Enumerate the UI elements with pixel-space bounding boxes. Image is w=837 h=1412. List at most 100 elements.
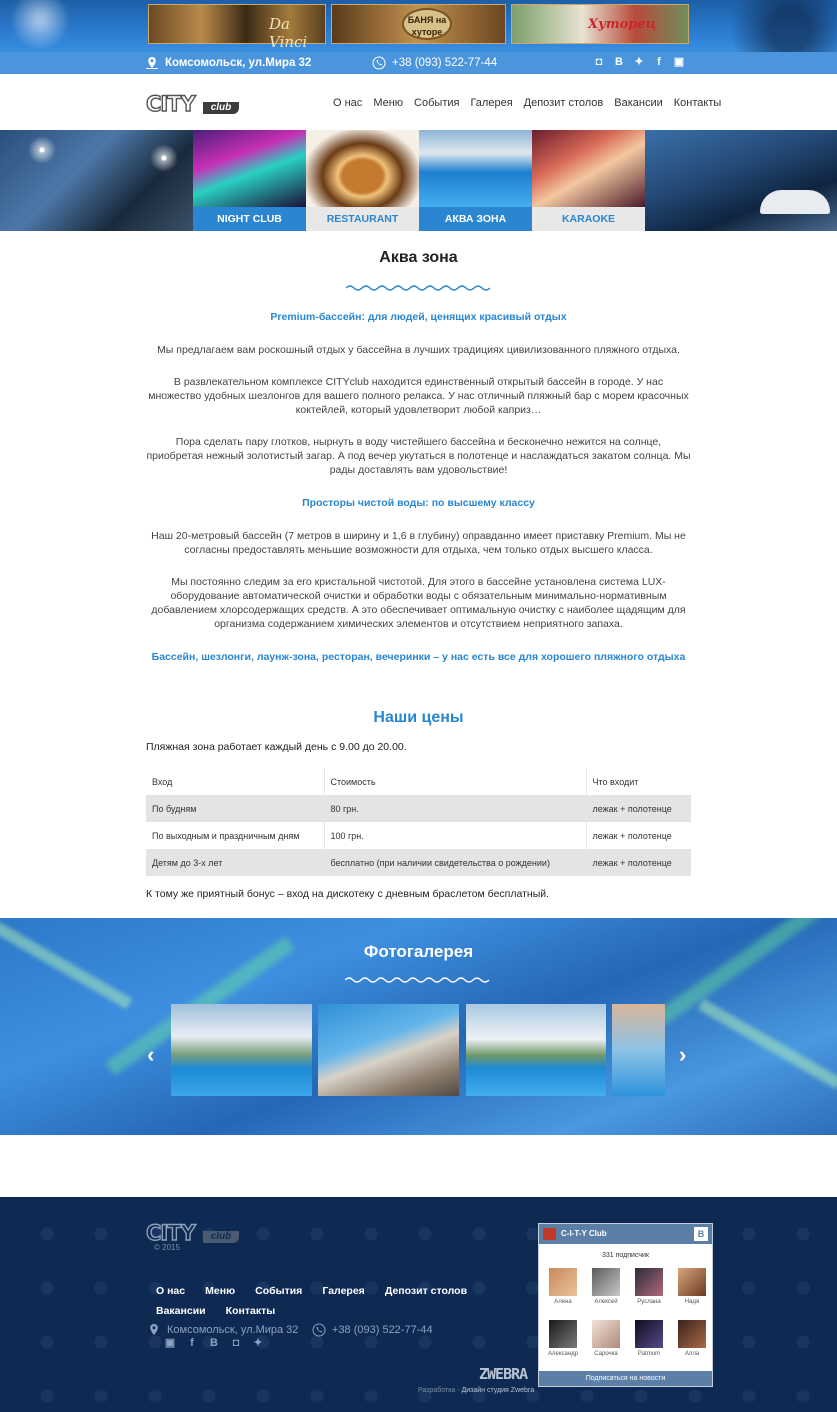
table-cell: бесплатно (при наличии свидетельства о р… <box>324 849 587 876</box>
nav-menu[interactable]: Меню <box>373 97 403 109</box>
table-row: По будням 80 грн. лежак + полотенце <box>146 795 691 822</box>
ad-banya-text: БАНЯ на хуторе <box>402 8 452 40</box>
vk-widget-header: C-I-T-Y Club В <box>539 1224 712 1244</box>
vk-member[interactable]: Александр <box>543 1320 583 1357</box>
nav-gallery[interactable]: Галерея <box>470 97 512 109</box>
gallery-prev-arrow-icon[interactable]: ‹ <box>147 1042 154 1068</box>
footer-nav-table-deposit[interactable]: Депозит столов <box>385 1285 467 1297</box>
footer-address: Комсомольск, ул.Мира 32 <box>147 1323 298 1337</box>
paragraph-4: Наш 20-метровый бассейн (7 метров в шири… <box>151 530 686 556</box>
developer-credit: Разработка - Дизайн студия Zwebra <box>418 1387 534 1394</box>
footer-address-text: Комсомольск, ул.Мира 32 <box>167 1324 299 1336</box>
vk-member[interactable]: Patmum <box>629 1320 669 1357</box>
gallery-photo[interactable] <box>318 1004 459 1096</box>
location-pin-icon <box>150 1324 158 1335</box>
vk-member-name: Алексей <box>594 1299 618 1305</box>
ad-davinci-text: Da Vinci <box>269 15 308 51</box>
aqua-zone-image[interactable] <box>419 130 532 207</box>
vk-group-avatar <box>543 1228 556 1240</box>
ad-banner-hutorets[interactable]: Хуторец <box>511 4 689 44</box>
footer-logo-club: club <box>203 1231 239 1243</box>
copyright: © 2015 <box>154 1243 180 1252</box>
subheading-clean-water: Просторы чистой воды: по высшему классу <box>302 497 535 509</box>
vk-member-name: Алла <box>684 1351 700 1357</box>
column-header-entry: Вход <box>146 768 325 795</box>
gallery-photo[interactable] <box>612 1004 665 1096</box>
social-links: ◘ B ✦ f ▣ <box>593 56 685 69</box>
tab-restaurant[interactable]: RESTAURANT <box>306 207 419 231</box>
twitter-icon[interactable]: ✦ <box>252 1337 264 1350</box>
nav-contacts[interactable]: Контакты <box>674 97 722 109</box>
footer-nav-menu[interactable]: Меню <box>205 1285 235 1297</box>
site-logo[interactable]: CITY club <box>145 93 240 115</box>
vk-icon[interactable]: B <box>208 1337 220 1350</box>
youtube-icon[interactable]: ▣ <box>673 56 685 69</box>
nav-vacancies[interactable]: Вакансии <box>614 97 663 109</box>
table-row: По выходным и праздничным дням 100 грн. … <box>146 822 691 849</box>
karaoke-image[interactable] <box>532 130 645 207</box>
footer-nav: О нас Меню События Галерея Депозит столо… <box>156 1285 516 1325</box>
youtube-icon[interactable]: ▣ <box>164 1337 176 1350</box>
footer-nav-vacancies[interactable]: Вакансии <box>156 1305 206 1317</box>
ad-hutorets-text: Хуторец <box>588 17 657 32</box>
top-phone-text: +38 (093) 522-77-44 <box>392 57 498 69</box>
gallery-photo[interactable] <box>466 1004 606 1096</box>
footer-phone[interactable]: +38 (093) 522-77-44 <box>312 1323 433 1337</box>
vk-member[interactable]: Алексей <box>586 1268 626 1305</box>
section-gallery: Фотогалерея <box>0 918 837 1135</box>
location-pin-icon <box>146 57 158 69</box>
vk-icon[interactable]: B <box>613 56 625 69</box>
nightclub-image[interactable] <box>193 130 306 207</box>
logo-club: club <box>203 102 239 114</box>
table-cell: лежак + полотенце <box>592 830 672 841</box>
header: CITY club О нас Меню События Галерея Деп… <box>0 74 837 130</box>
ad-banner-banya[interactable]: БАНЯ на хуторе <box>331 4 506 44</box>
vk-member[interactable]: Надя <box>672 1268 712 1305</box>
gallery-next-arrow-icon[interactable]: › <box>679 1042 686 1068</box>
nav-about[interactable]: О нас <box>333 97 362 109</box>
footer-nav-about[interactable]: О нас <box>156 1285 185 1297</box>
developer-link[interactable]: Дизайн студия Zwebra <box>462 1387 535 1394</box>
footer-nav-gallery[interactable]: Галерея <box>322 1285 364 1297</box>
page-title: Аква зона <box>379 249 458 266</box>
instagram-icon[interactable]: ◘ <box>593 56 605 69</box>
vk-logo-icon[interactable]: В <box>694 1227 708 1241</box>
phone-icon <box>312 1323 326 1337</box>
tab-aqua-zone[interactable]: АКВА ЗОНА <box>419 207 532 231</box>
footer-logo[interactable]: CITY club <box>145 1221 240 1245</box>
vk-group-name[interactable]: C-I-T-Y Club <box>561 1229 607 1238</box>
gallery-wave-divider <box>345 977 490 983</box>
vk-member[interactable]: Руслана <box>629 1268 669 1305</box>
wave-divider <box>346 285 491 291</box>
top-phone[interactable]: +38 (093) 522-77-44 <box>372 56 497 70</box>
vk-member-name: Руслана <box>637 1299 661 1305</box>
tab-nightclub[interactable]: NIGHT CLUB <box>193 207 306 231</box>
twitter-icon[interactable]: ✦ <box>633 56 645 69</box>
facebook-icon[interactable]: f <box>186 1337 198 1350</box>
instagram-icon[interactable]: ◘ <box>230 1337 242 1350</box>
vk-subscribe-button[interactable]: Подписаться на новости <box>539 1371 712 1386</box>
gallery-photo[interactable] <box>171 1004 312 1096</box>
vk-member[interactable]: Сарочка <box>586 1320 626 1357</box>
column-header-cost: Стоимость <box>324 768 587 795</box>
vk-member[interactable]: Алена <box>543 1268 583 1305</box>
top-banner: Da Vinci БАНЯ на хуторе Хуторец <box>0 0 837 52</box>
footer-social-links: ▣ f B ◘ ✦ <box>164 1337 264 1350</box>
footer-logo-city: CITY <box>145 1221 196 1245</box>
gallery-title: Фотогалерея <box>363 942 474 961</box>
vk-member[interactable]: Алла <box>672 1320 712 1357</box>
tab-karaoke[interactable]: KARAOKE <box>532 207 645 231</box>
nav-table-deposit[interactable]: Депозит столов <box>524 97 604 109</box>
table-header-row: Вход Стоимость Что входит <box>146 768 691 795</box>
restaurant-image[interactable] <box>306 130 419 207</box>
footer-nav-contacts[interactable]: Контакты <box>226 1305 276 1317</box>
main-nav: О нас Меню События Галерея Депозит столо… <box>333 97 732 109</box>
footer-nav-events[interactable]: События <box>255 1285 302 1297</box>
ad-banner-davinci[interactable]: Da Vinci <box>148 4 326 51</box>
paragraph-5: Мы постоянно следим за его кристальной ч… <box>151 576 686 630</box>
studio-logo[interactable]: ZWEBRA <box>479 1365 528 1383</box>
avatar <box>678 1320 706 1348</box>
paragraph-1: Мы предлагаем вам роскошный отдых у басс… <box>157 344 680 356</box>
facebook-icon[interactable]: f <box>653 56 665 69</box>
nav-events[interactable]: События <box>414 97 459 109</box>
